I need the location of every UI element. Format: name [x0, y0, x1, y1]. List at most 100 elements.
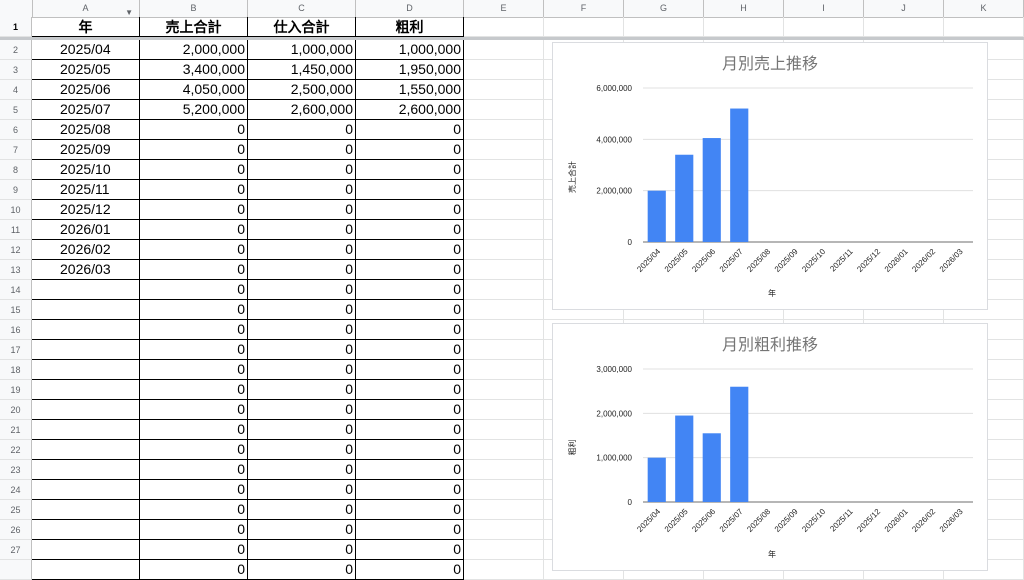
sales-total-cell[interactable]: 0: [140, 480, 248, 500]
purchase-total-cell[interactable]: 0: [248, 520, 356, 540]
column-header-i[interactable]: I: [784, 0, 864, 17]
empty-cell[interactable]: [464, 360, 544, 380]
year-cell[interactable]: 2025/07: [32, 100, 140, 120]
year-cell[interactable]: [32, 280, 140, 300]
gross-profit-cell[interactable]: 0: [356, 500, 464, 520]
gross-profit-cell[interactable]: 0: [356, 320, 464, 340]
gross-profit-chart[interactable]: 月別粗利推移 0 1,000,000 2,000,000 3,000,000 2025/0…: [552, 323, 988, 571]
gross-profit-cell[interactable]: 2,600,000: [356, 100, 464, 120]
sales-total-cell[interactable]: 0: [140, 520, 248, 540]
empty-cell[interactable]: [464, 280, 544, 300]
year-cell[interactable]: [32, 380, 140, 400]
empty-cell[interactable]: [464, 80, 544, 100]
year-cell[interactable]: [32, 560, 140, 580]
gross-profit-cell[interactable]: 0: [356, 160, 464, 180]
empty-cell[interactable]: [464, 420, 544, 440]
empty-cell[interactable]: [464, 180, 544, 200]
year-cell[interactable]: 2026/01: [32, 220, 140, 240]
empty-cell[interactable]: [464, 560, 544, 580]
year-cell[interactable]: [32, 400, 140, 420]
gross-profit-cell[interactable]: 0: [356, 540, 464, 560]
gross-profit-cell[interactable]: 0: [356, 520, 464, 540]
sales-total-cell[interactable]: 0: [140, 320, 248, 340]
column-header-k[interactable]: K: [944, 0, 1024, 17]
sales-total-cell[interactable]: 0: [140, 200, 248, 220]
purchase-total-cell[interactable]: 0: [248, 540, 356, 560]
empty-cell[interactable]: [464, 400, 544, 420]
purchase-total-cell[interactable]: 0: [248, 500, 356, 520]
year-cell[interactable]: [32, 480, 140, 500]
purchase-total-cell[interactable]: 0: [248, 560, 356, 580]
gross-profit-cell[interactable]: 0: [356, 220, 464, 240]
row-header[interactable]: 9: [0, 180, 32, 200]
empty-cell[interactable]: [464, 460, 544, 480]
column-header-b[interactable]: B: [140, 0, 248, 17]
year-cell[interactable]: [32, 460, 140, 480]
empty-cell[interactable]: [464, 320, 544, 340]
row-header[interactable]: 7: [0, 140, 32, 160]
purchase-total-cell[interactable]: 0: [248, 160, 356, 180]
row-header[interactable]: [0, 560, 32, 580]
purchase-total-cell[interactable]: 0: [248, 300, 356, 320]
row-header[interactable]: 26: [0, 520, 32, 540]
sales-total-cell[interactable]: 3,400,000: [140, 60, 248, 80]
row-header[interactable]: 19: [0, 380, 32, 400]
sales-total-cell[interactable]: 0: [140, 160, 248, 180]
gross-profit-cell[interactable]: 0: [356, 380, 464, 400]
column-header-h[interactable]: H: [704, 0, 784, 17]
row-header[interactable]: 17: [0, 340, 32, 360]
row-header[interactable]: 14: [0, 280, 32, 300]
column-header-d[interactable]: D: [356, 0, 464, 17]
sales-chart[interactable]: 月別売上推移 0 2,000,000 4,000,000 6,000,000 2025/0…: [552, 42, 988, 310]
sales-total-cell[interactable]: 0: [140, 540, 248, 560]
column-header-a[interactable]: A ▼: [32, 0, 140, 17]
sales-total-cell[interactable]: 0: [140, 220, 248, 240]
year-cell[interactable]: 2025/09: [32, 140, 140, 160]
sales-total-cell[interactable]: 0: [140, 240, 248, 260]
row-header[interactable]: 13: [0, 260, 32, 280]
purchase-total-cell[interactable]: 1,450,000: [248, 60, 356, 80]
year-cell[interactable]: 2025/06: [32, 80, 140, 100]
year-cell[interactable]: [32, 360, 140, 380]
empty-cell[interactable]: [464, 300, 544, 320]
empty-cell[interactable]: [624, 17, 704, 37]
row-header[interactable]: 23: [0, 460, 32, 480]
purchase-total-cell[interactable]: 0: [248, 200, 356, 220]
year-cell[interactable]: [32, 500, 140, 520]
gross-profit-cell[interactable]: 0: [356, 240, 464, 260]
empty-cell[interactable]: [464, 540, 544, 560]
empty-cell[interactable]: [704, 17, 784, 37]
purchase-total-cell[interactable]: 2,500,000: [248, 80, 356, 100]
gross-profit-cell[interactable]: 0: [356, 200, 464, 220]
purchase-total-cell[interactable]: 0: [248, 220, 356, 240]
gross-profit-cell[interactable]: 0: [356, 260, 464, 280]
year-cell[interactable]: 2025/12: [32, 200, 140, 220]
empty-cell[interactable]: [464, 140, 544, 160]
row-header[interactable]: 16: [0, 320, 32, 340]
column-header-f[interactable]: F: [544, 0, 624, 17]
empty-cell[interactable]: [464, 120, 544, 140]
year-cell[interactable]: 2026/02: [32, 240, 140, 260]
row-header[interactable]: 6: [0, 120, 32, 140]
empty-cell[interactable]: [464, 40, 544, 60]
row-header[interactable]: 20: [0, 400, 32, 420]
year-cell[interactable]: [32, 540, 140, 560]
header-cell-b[interactable]: 売上合計: [140, 17, 248, 37]
row-header[interactable]: 5: [0, 100, 32, 120]
gross-profit-cell[interactable]: 0: [356, 180, 464, 200]
empty-cell[interactable]: [784, 17, 864, 37]
sales-total-cell[interactable]: 0: [140, 420, 248, 440]
empty-cell[interactable]: [464, 380, 544, 400]
purchase-total-cell[interactable]: 0: [248, 240, 356, 260]
header-cell-c[interactable]: 仕入合計: [248, 17, 356, 37]
empty-cell[interactable]: [464, 520, 544, 540]
purchase-total-cell[interactable]: 0: [248, 120, 356, 140]
purchase-total-cell[interactable]: 0: [248, 480, 356, 500]
sales-total-cell[interactable]: 0: [140, 560, 248, 580]
empty-cell[interactable]: [464, 240, 544, 260]
year-cell[interactable]: [32, 520, 140, 540]
sales-total-cell[interactable]: 0: [140, 120, 248, 140]
gross-profit-cell[interactable]: 0: [356, 120, 464, 140]
gross-profit-cell[interactable]: 0: [356, 360, 464, 380]
purchase-total-cell[interactable]: 0: [248, 280, 356, 300]
